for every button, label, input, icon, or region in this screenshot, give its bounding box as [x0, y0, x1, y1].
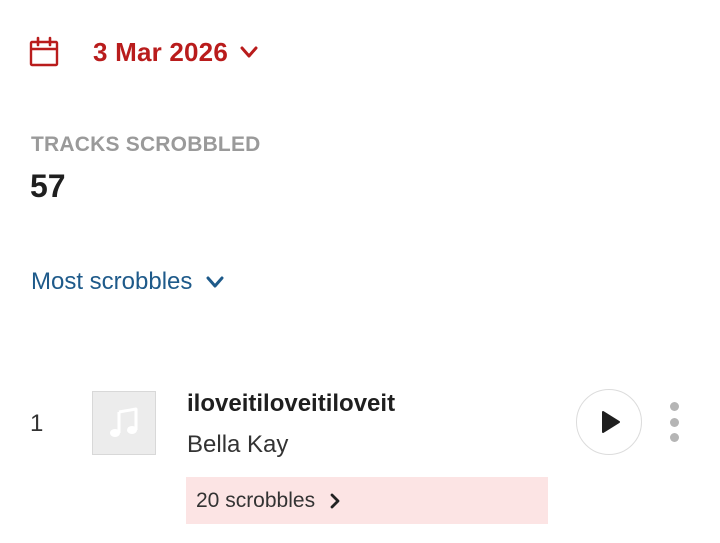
more-vertical-icon	[669, 433, 679, 442]
chevron-right-icon	[330, 493, 340, 508]
track-row: 1 iloveitiloveitiloveit Bella Kay 20 scr…	[0, 380, 720, 530]
track-artwork[interactable]	[92, 391, 156, 455]
track-artist[interactable]: Bella Kay	[187, 431, 288, 459]
chevron-down-icon	[240, 46, 258, 58]
chevron-down-icon	[206, 276, 224, 288]
scrobble-count-link[interactable]: 20 scrobbles	[186, 477, 548, 524]
music-note-icon	[110, 407, 138, 437]
date-selector[interactable]: 3 Mar 2026	[28, 32, 260, 72]
stat-value: 57	[30, 168, 66, 204]
more-vertical-icon	[669, 417, 679, 427]
sort-selector[interactable]: Most scrobbles	[31, 264, 226, 300]
play-icon	[602, 411, 620, 433]
scrobbles-page: 3 Mar 2026 TRACKS SCROBBLED 57 Most scro…	[0, 0, 720, 543]
more-options-button[interactable]	[662, 402, 686, 442]
calendar-icon	[29, 36, 59, 67]
track-title[interactable]: iloveitiloveitiloveit	[187, 390, 395, 418]
stat-label: TRACKS SCROBBLED	[31, 133, 261, 156]
scrobble-count: 20 scrobbles	[196, 488, 316, 512]
date-label: 3 Mar 2026	[93, 36, 228, 67]
more-vertical-icon	[669, 402, 679, 411]
sort-label: Most scrobbles	[31, 268, 193, 295]
play-button[interactable]	[576, 389, 642, 455]
track-rank: 1	[30, 410, 44, 437]
